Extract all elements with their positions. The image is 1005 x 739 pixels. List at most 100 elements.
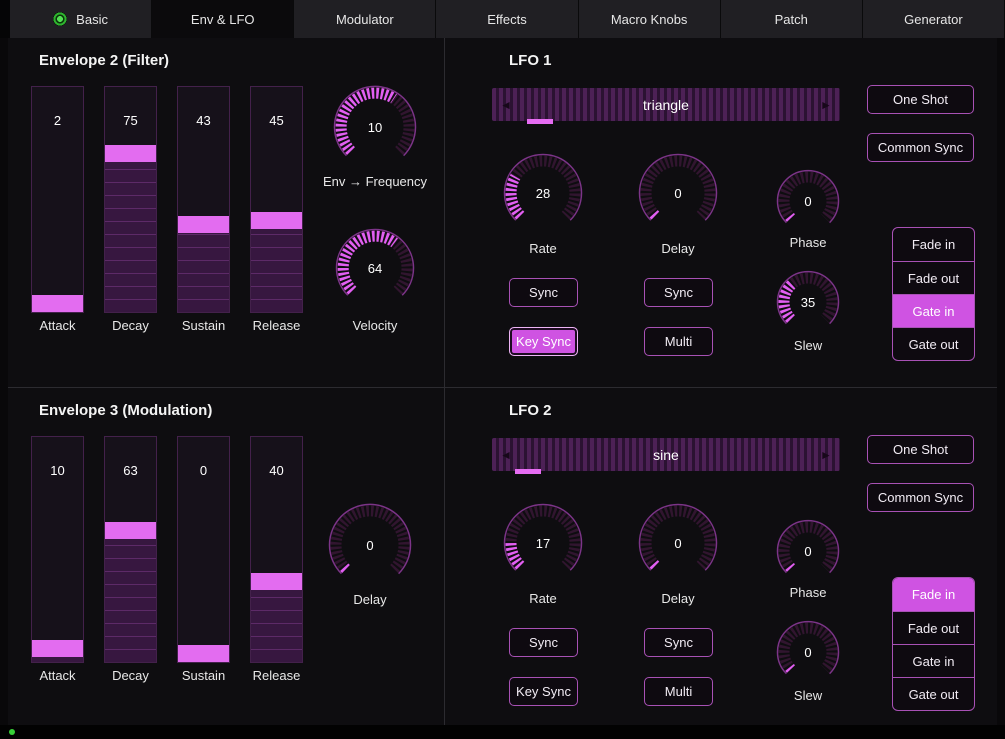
gate-out-button[interactable]: Gate out (893, 677, 974, 710)
tab-basic[interactable]: Basic (10, 0, 153, 38)
panel-title: LFO 1 (509, 52, 552, 69)
slider-handle[interactable] (251, 212, 302, 229)
tab-env-lfo[interactable]: Env & LFO (152, 0, 295, 38)
one-shot-button[interactable]: One Shot (867, 435, 974, 464)
slider-label: Sustain (181, 318, 226, 333)
sustain-slider[interactable]: 0 (177, 436, 230, 663)
knob-value: 0 (804, 193, 812, 209)
knob-label: Delay (661, 241, 695, 256)
phase-knob[interactable]: 0 (776, 519, 840, 583)
slider-label: Attack (39, 318, 76, 333)
knob-label: Delay (353, 592, 387, 607)
decay-slider[interactable]: 75 (104, 86, 157, 313)
gate-in-button[interactable]: Gate in (893, 294, 974, 327)
prev-waveform-arrow-icon[interactable]: ◄ (494, 88, 518, 121)
knob-label: Slew (793, 338, 823, 353)
tab-patch[interactable]: Patch (720, 0, 863, 38)
fade-gate-list: Fade in Fade out Gate in Gate out (892, 227, 975, 361)
fade-in-button[interactable]: Fade in (893, 578, 974, 611)
knob-value: 0 (366, 537, 374, 553)
envelope-3-panel: Envelope 3 (Modulation) 10 63 0 40 Attac… (8, 388, 445, 725)
power-led-icon[interactable] (53, 12, 68, 26)
common-sync-button[interactable]: Common Sync (867, 133, 974, 162)
multi-button[interactable]: Multi (644, 677, 713, 706)
common-sync-button[interactable]: Common Sync (867, 483, 974, 512)
tab-label: Basic (76, 11, 108, 27)
rate-knob[interactable]: 17 (503, 503, 583, 583)
delay-knob[interactable]: 0 (328, 503, 412, 587)
waveform-name: triangle (643, 96, 689, 113)
tab-label: Env & LFO (190, 11, 255, 27)
tab-label: Generator (904, 11, 963, 27)
slider-handle[interactable] (105, 522, 156, 539)
panel-title: Envelope 3 (Modulation) (39, 402, 213, 419)
slider-handle[interactable] (105, 145, 156, 162)
rate-sync-button[interactable]: Sync (509, 628, 578, 657)
one-shot-button[interactable]: One Shot (867, 85, 974, 114)
tab-effects[interactable]: Effects (436, 0, 579, 38)
slew-knob[interactable]: 35 (776, 270, 840, 334)
knob-value: 0 (674, 535, 682, 551)
delay-knob[interactable]: 0 (638, 503, 718, 583)
gate-in-button[interactable]: Gate in (893, 644, 974, 677)
slider-handle[interactable] (178, 216, 229, 233)
delay-sync-button[interactable]: Sync (644, 628, 713, 657)
sustain-slider[interactable]: 43 (177, 86, 230, 313)
delay-sync-button[interactable]: Sync (644, 278, 713, 307)
slider-value: 45 (269, 113, 284, 128)
next-waveform-arrow-icon[interactable]: ► (814, 438, 838, 471)
tab-label: Modulator (335, 11, 394, 27)
release-slider[interactable]: 40 (250, 436, 303, 663)
attack-slider[interactable]: 2 (31, 86, 84, 313)
release-slider[interactable]: 45 (250, 86, 303, 313)
env-frequency-knob[interactable]: 10 (333, 85, 417, 169)
slider-handle[interactable] (32, 640, 83, 657)
slew-knob[interactable]: 0 (776, 620, 840, 684)
tab-bar: Basic Env & LFO Modulator Effects Macro … (0, 0, 1005, 38)
tab-modulator[interactable]: Modulator (294, 0, 437, 38)
waveform-selector[interactable]: ◄ sine ► (492, 438, 840, 474)
knob-value: 35 (800, 294, 816, 310)
rate-sync-button[interactable]: Sync (509, 278, 578, 307)
synth-app: Basic Env & LFO Modulator Effects Macro … (0, 0, 1005, 739)
waveform-position-indicator (526, 119, 553, 124)
waveform-position-indicator (514, 469, 541, 474)
phase-knob[interactable]: 0 (776, 169, 840, 233)
key-sync-button[interactable]: Key Sync (509, 327, 578, 356)
slider-value: 63 (123, 463, 138, 478)
slider-handle[interactable] (32, 295, 83, 312)
tab-macro-knobs[interactable]: Macro Knobs (578, 0, 721, 38)
prev-waveform-arrow-icon[interactable]: ◄ (494, 438, 518, 471)
fade-in-button[interactable]: Fade in (893, 228, 974, 261)
status-bar (0, 725, 1005, 739)
knob-label: Slew (793, 688, 823, 703)
slider-handle[interactable] (251, 573, 302, 590)
fade-out-button[interactable]: Fade out (893, 261, 974, 294)
velocity-knob[interactable]: 64 (335, 228, 415, 308)
attack-slider[interactable]: 10 (31, 436, 84, 663)
fade-out-button[interactable]: Fade out (893, 611, 974, 644)
panel-title: Envelope 2 (Filter) (39, 52, 170, 69)
knob-value: 28 (535, 185, 551, 201)
waveform-selector[interactable]: ◄ triangle ► (492, 88, 840, 124)
next-waveform-arrow-icon[interactable]: ► (814, 88, 838, 121)
multi-button[interactable]: Multi (644, 327, 713, 356)
knob-label: Delay (661, 591, 695, 606)
main-area: Envelope 2 (Filter) 2 75 43 45 Attack De… (8, 38, 997, 725)
knob-value: 0 (804, 644, 812, 660)
slider-label: Decay (112, 318, 149, 333)
slider-label: Release (252, 668, 301, 683)
slider-handle[interactable] (178, 645, 229, 662)
waveform-name: sine (653, 446, 679, 463)
tab-generator[interactable]: Generator (862, 0, 1005, 38)
status-led-icon (9, 729, 15, 735)
delay-knob[interactable]: 0 (638, 153, 718, 233)
slider-fill (105, 145, 156, 312)
gate-out-button[interactable]: Gate out (893, 327, 974, 360)
decay-slider[interactable]: 63 (104, 436, 157, 663)
rate-knob[interactable]: 28 (503, 153, 583, 233)
key-sync-button[interactable]: Key Sync (509, 677, 578, 706)
lfo-1-panel: LFO 1 ◄ triangle ► One Shot Common Sync … (445, 38, 997, 388)
envelope-2-panel: Envelope 2 (Filter) 2 75 43 45 Attack De… (8, 38, 445, 388)
slider-label: Attack (39, 668, 76, 683)
